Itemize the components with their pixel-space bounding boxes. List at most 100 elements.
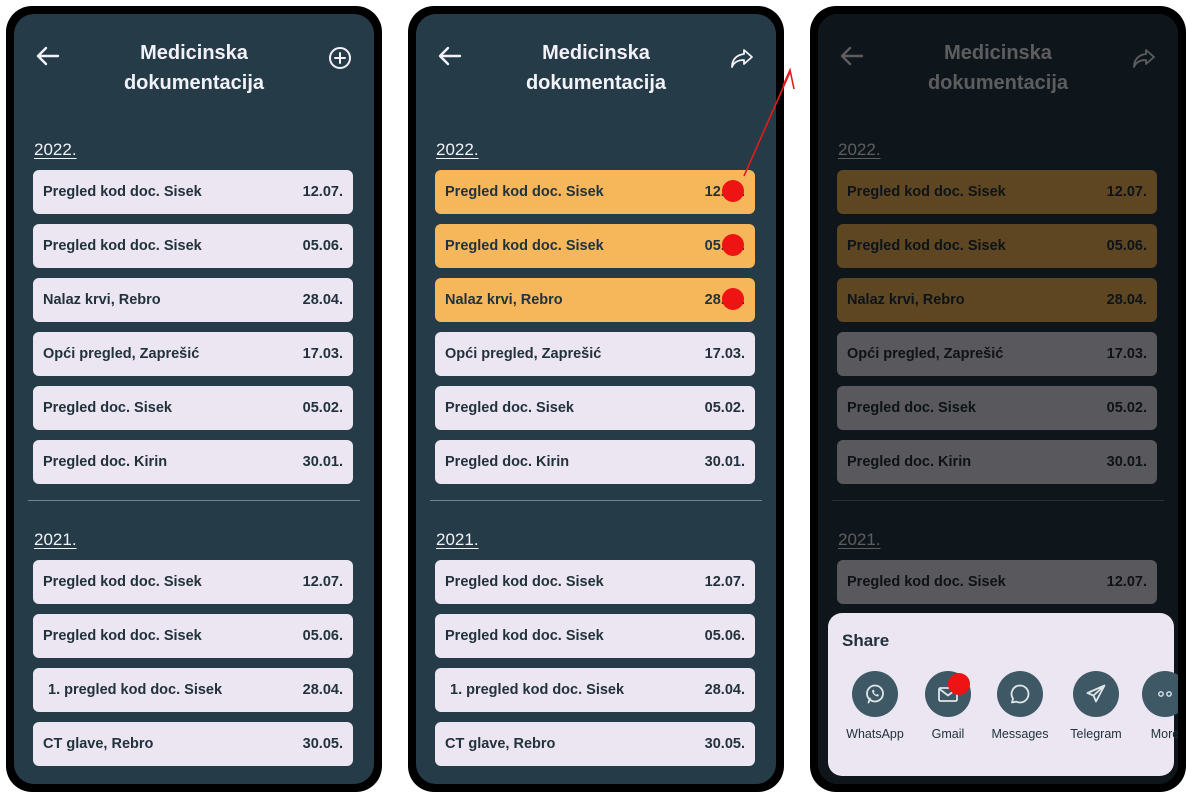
record-label: Pregled doc. Sisek — [445, 400, 574, 416]
record-card[interactable]: CT glave, Rebro 30.05. — [33, 722, 353, 766]
page-title: Medicinska dokumentacija — [486, 38, 706, 98]
record-card[interactable]: 1. pregled kod doc. Sisek 28.04. — [33, 668, 353, 712]
record-label: CT glave, Rebro — [445, 736, 556, 752]
record-card[interactable]: Opći pregled, Zaprešić 17.03. — [435, 332, 755, 376]
section-divider — [430, 500, 762, 501]
share-option-label: Gmail — [931, 727, 965, 741]
record-label: Pregled kod doc. Sisek — [43, 238, 202, 254]
record-date: 12.07. — [302, 574, 343, 590]
record-label: Opći pregled, Zaprešić — [445, 346, 602, 362]
record-label: Opći pregled, Zaprešić — [43, 346, 200, 362]
record-card[interactable]: Pregled kod doc. Sisek 12.07. — [435, 560, 755, 604]
title-line-2: dokumentacija — [525, 72, 667, 94]
record-label: Pregled kod doc. Sisek — [445, 238, 604, 254]
record-label: Pregled doc. Kirin — [43, 454, 168, 470]
record-label: Pregled kod doc. Sisek — [43, 574, 202, 590]
record-date: 05.06. — [302, 238, 343, 254]
share-sheet: Share WhatsApp Gmail Messages Telegram M… — [828, 613, 1178, 776]
share-option-whatsapp[interactable]: WhatsApp — [840, 671, 910, 741]
share-option-label: Telegram — [1070, 727, 1122, 741]
record-card[interactable]: CT glave, Rebro 30.05. — [435, 722, 755, 766]
share-option-messages[interactable]: Messages — [985, 671, 1055, 741]
year-heading: 2021. — [34, 530, 77, 549]
title-line-1: Medicinska — [140, 42, 248, 64]
record-card[interactable]: Pregled doc. Kirin 30.01. — [33, 440, 353, 484]
record-date: 28.04. — [302, 292, 343, 308]
record-card[interactable]: Pregled kod doc. Sisek 12.07. — [33, 560, 353, 604]
record-card[interactable]: Pregled doc. Kirin 30.01. — [435, 440, 755, 484]
title-line-2: dokumentacija — [123, 72, 265, 94]
mail-icon — [925, 671, 971, 717]
share-options: WhatsApp Gmail Messages Telegram More — [828, 671, 1178, 761]
record-card[interactable]: Pregled doc. Sisek 05.02. — [33, 386, 353, 430]
paper-plane-icon — [1073, 671, 1119, 717]
record-label: 1. pregled kod doc. Sisek — [48, 682, 223, 698]
record-card[interactable]: 1. pregled kod doc. Sisek 28.04. — [435, 668, 755, 712]
share-title: Share — [842, 631, 890, 650]
message-bubble-icon — [997, 671, 1043, 717]
record-label: Nalaz krvi, Rebro — [445, 292, 563, 308]
screen: Medicinska dokumentacija 2022. Pregled k… — [818, 14, 1178, 784]
record-card[interactable]: Pregled doc. Sisek 05.02. — [435, 386, 755, 430]
record-date: 12.07. — [704, 574, 745, 590]
section-divider — [28, 500, 360, 501]
more-dots-icon — [1142, 671, 1178, 717]
back-arrow-icon[interactable] — [434, 42, 466, 74]
record-date: 30.01. — [302, 454, 343, 470]
record-label: Pregled kod doc. Sisek — [43, 184, 202, 200]
record-card[interactable]: Opći pregled, Zaprešić 17.03. — [33, 332, 353, 376]
record-date: 05.06. — [704, 628, 745, 644]
page-title: Medicinska dokumentacija — [84, 38, 304, 98]
phone-screen-list: Medicinska dokumentacija 2022. Pregled k… — [6, 6, 382, 792]
share-option-telegram[interactable]: Telegram — [1061, 671, 1131, 741]
share-option-gmail[interactable]: Gmail — [913, 671, 983, 741]
record-date: 05.02. — [704, 400, 745, 416]
share-option-label: WhatsApp — [846, 727, 904, 741]
record-date: 17.03. — [302, 346, 343, 362]
header: Medicinska dokumentacija — [416, 14, 776, 124]
record-date: 30.05. — [704, 736, 745, 752]
record-label: Nalaz krvi, Rebro — [43, 292, 161, 308]
record-label: Pregled doc. Sisek — [43, 400, 172, 416]
record-label: 1. pregled kod doc. Sisek — [450, 682, 625, 698]
record-date: 30.01. — [704, 454, 745, 470]
record-date: 17.03. — [704, 346, 745, 362]
record-date: 12.07. — [302, 184, 343, 200]
record-card[interactable]: Pregled kod doc. Sisek 12.07. — [33, 170, 353, 214]
record-date: 28.04. — [704, 682, 745, 698]
record-card-selected[interactable]: Nalaz krvi, Rebro28.04. — [435, 278, 755, 322]
plus-circle-icon[interactable] — [324, 42, 356, 74]
share-arrow-icon[interactable] — [726, 42, 758, 74]
record-card[interactable]: Nalaz krvi, Rebro 28.04. — [33, 278, 353, 322]
whatsapp-icon — [852, 671, 898, 717]
record-card-selected[interactable]: Pregled kod doc. Sisek05.06. — [435, 224, 755, 268]
tap-marker — [722, 288, 744, 310]
share-option-more[interactable]: More — [1130, 671, 1178, 741]
record-label: Pregled kod doc. Sisek — [445, 628, 604, 644]
tap-marker — [722, 180, 744, 202]
year-heading: 2021. — [436, 530, 479, 549]
record-card-selected[interactable]: Pregled kod doc. Sisek12.07. — [435, 170, 755, 214]
title-line-1: Medicinska — [542, 42, 650, 64]
year-heading: 2022. — [436, 140, 479, 159]
record-date: 28.04. — [302, 682, 343, 698]
phone-screen-selection: Medicinska dokumentacija 2022. Pregled k… — [408, 6, 784, 792]
header: Medicinska dokumentacija — [14, 14, 374, 124]
phone-screen-share: Medicinska dokumentacija 2022. Pregled k… — [810, 6, 1186, 792]
tap-marker — [722, 234, 744, 256]
tap-marker — [948, 673, 970, 695]
record-card[interactable]: Pregled kod doc. Sisek 05.06. — [33, 614, 353, 658]
year-heading: 2022. — [34, 140, 77, 159]
share-option-label: More — [1150, 727, 1178, 741]
screen: Medicinska dokumentacija 2022. Pregled k… — [14, 14, 374, 784]
record-date: 05.02. — [302, 400, 343, 416]
record-label: CT glave, Rebro — [43, 736, 154, 752]
record-date: 30.05. — [302, 736, 343, 752]
record-card[interactable]: Pregled kod doc. Sisek 05.06. — [33, 224, 353, 268]
record-card[interactable]: Pregled kod doc. Sisek 05.06. — [435, 614, 755, 658]
share-option-label: Messages — [991, 727, 1049, 741]
record-date: 05.06. — [302, 628, 343, 644]
back-arrow-icon[interactable] — [32, 42, 64, 74]
record-label: Pregled kod doc. Sisek — [43, 628, 202, 644]
screen: Medicinska dokumentacija 2022. Pregled k… — [416, 14, 776, 784]
